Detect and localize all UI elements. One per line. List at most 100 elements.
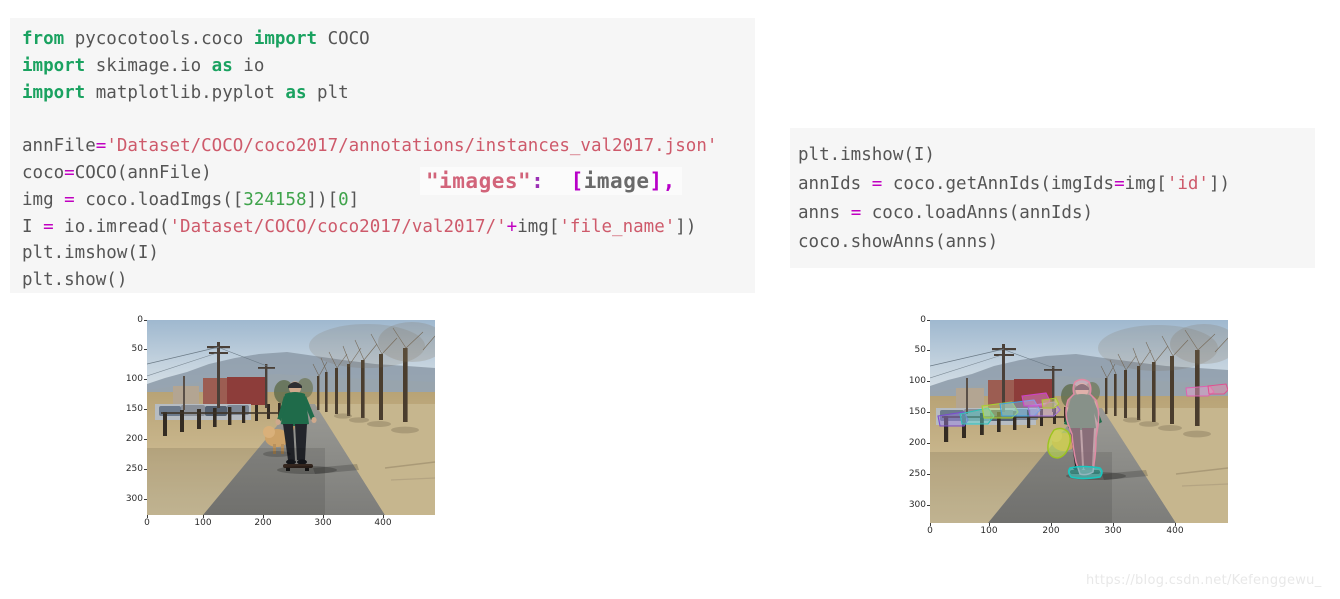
ytick-label: 200 — [125, 434, 143, 444]
ytick-label: 50 — [131, 344, 143, 354]
code-token: = — [64, 162, 75, 183]
overlay-colon: : — [531, 169, 545, 193]
code-token: import — [22, 55, 96, 76]
code-token: img — [22, 189, 65, 210]
ytick-label: 150 — [908, 407, 926, 417]
code-token: plt.imshow(I) — [798, 145, 935, 165]
xtick-label: 0 — [144, 518, 150, 528]
code-token: matplotlib.pyplot — [95, 82, 286, 103]
code-token: 'file_name' — [559, 216, 676, 237]
code-line: import matplotlib.pyplot as plt — [22, 80, 755, 107]
code-token: img[ — [517, 216, 560, 237]
code-token: plt.show() — [22, 270, 128, 291]
code-token: 0 — [338, 189, 349, 210]
ytick-label: 250 — [125, 464, 143, 474]
code-token: ]) — [1208, 174, 1231, 194]
xtick-label: 0 — [927, 526, 933, 536]
ytick-label: 300 — [125, 494, 143, 504]
code-line: coco.showAnns(anns) — [798, 228, 1315, 257]
code-token: = — [95, 136, 107, 157]
code-token: = — [871, 174, 893, 194]
code-token: img[ — [1124, 174, 1167, 194]
code-token: coco.getAnnIds(imgIds — [892, 174, 1115, 194]
code-line: plt.imshow(I) — [22, 240, 755, 267]
code-token: 'Dataset/COCO/coco2017/val2017/' — [169, 216, 507, 237]
code-token: pycocotools.coco — [74, 29, 254, 49]
coco-image-original — [147, 320, 435, 515]
plot-area-annotated — [930, 320, 1228, 523]
code-token: plt.imshow(I) — [22, 243, 159, 264]
code-token: from — [22, 29, 75, 49]
code-token: as — [285, 82, 318, 103]
code-token: I — [22, 216, 44, 237]
code-token: anns — [798, 203, 851, 223]
ytick-label: 0 — [920, 315, 926, 325]
overlay-open-bracket: [ — [570, 169, 584, 193]
code-token: io.imread( — [64, 216, 170, 237]
code-token: 'id' — [1166, 174, 1209, 194]
code-token: = — [850, 203, 872, 223]
mask-car-7 — [1041, 397, 1060, 409]
code-line: plt.imshow(I) — [798, 141, 1315, 170]
xtick-label: 400 — [1166, 526, 1184, 536]
ytick-label: 50 — [914, 345, 926, 355]
mask-car-9 — [1207, 383, 1228, 395]
code-token: coco.loadAnns(annIds) — [871, 203, 1094, 223]
code-line: import skimage.io as io — [22, 53, 755, 80]
code-token: = — [64, 189, 86, 210]
code-token: ] — [348, 189, 360, 210]
code-token: coco — [22, 162, 65, 183]
xtick-label: 300 — [1104, 526, 1122, 536]
code-line: annFile='Dataset/COCO/coco2017/annotatio… — [22, 133, 755, 160]
code-token: ])[ — [306, 189, 339, 210]
overlay-key: "images" — [426, 169, 532, 193]
screenshot-root: from pycocotools.coco import COCO import … — [0, 0, 1340, 599]
plot-area-original — [147, 320, 435, 515]
ytick-label: 100 — [908, 376, 926, 386]
xtick-label: 200 — [1042, 526, 1060, 536]
overlay-value: image — [583, 169, 650, 193]
code-token: = — [1114, 174, 1125, 194]
code-token: import — [253, 29, 328, 49]
code-token: 'Dataset/COCO/coco2017/annotations/insta… — [106, 136, 718, 157]
ytick-label: 250 — [908, 469, 926, 479]
code-token: io — [243, 55, 265, 76]
code-token: coco.loadImgs([ — [85, 189, 244, 210]
matplotlib-figure-annotated-image: 0 50 100 150 200 250 300 0 100 200 300 4… — [908, 310, 1238, 545]
code-line: I = io.imread('Dataset/COCO/coco2017/val… — [22, 214, 755, 241]
xtick-label: 100 — [194, 518, 212, 528]
overlay-annotation-images-key: "images": [image], — [420, 167, 682, 195]
coco-image-annotated — [930, 320, 1228, 523]
xtick-label: 200 — [254, 518, 272, 528]
code-token: = — [43, 216, 65, 237]
code-token: COCO(annFile) — [74, 162, 212, 183]
ytick-label: 200 — [908, 438, 926, 448]
xtick-label: 300 — [314, 518, 332, 528]
code-token: annIds — [798, 174, 872, 194]
overlay-close-bracket: ], — [649, 169, 676, 193]
code-line: anns = coco.loadAnns(annIds) — [798, 199, 1315, 228]
code-line: from pycocotools.coco import COCO — [22, 26, 755, 53]
code-token: COCO — [327, 29, 370, 49]
code-token: 324158 — [243, 189, 307, 210]
code-token: as — [211, 55, 244, 76]
code-token: + — [506, 216, 518, 237]
code-block-show-annotations[interactable]: plt.imshow(I) annIds = coco.getAnnIds(img… — [790, 128, 1315, 268]
code-token: skimage.io — [95, 55, 212, 76]
matplotlib-figure-original-image: 0 50 100 150 200 250 300 0 100 200 300 4… — [125, 310, 445, 535]
code-token: ]) — [675, 216, 697, 237]
code-token: coco.showAnns(anns) — [798, 232, 999, 252]
code-token: import — [22, 82, 96, 103]
mask-skateboard — [1067, 465, 1103, 480]
code-token: annFile — [22, 136, 96, 157]
ytick-label: 300 — [908, 500, 926, 510]
code-line: annIds = coco.getAnnIds(imgIds=img['id']… — [798, 170, 1315, 199]
watermark-url: https://blog.csdn.net/Kefenggewu_ — [1086, 573, 1322, 588]
xtick-label: 400 — [374, 518, 392, 528]
ytick-label: 0 — [137, 315, 143, 325]
code-block-load-image[interactable]: from pycocotools.coco import COCO import … — [10, 18, 755, 293]
xtick-label: 100 — [980, 526, 998, 536]
ytick-label: 150 — [125, 404, 143, 414]
code-line: plt.show() — [22, 267, 755, 294]
